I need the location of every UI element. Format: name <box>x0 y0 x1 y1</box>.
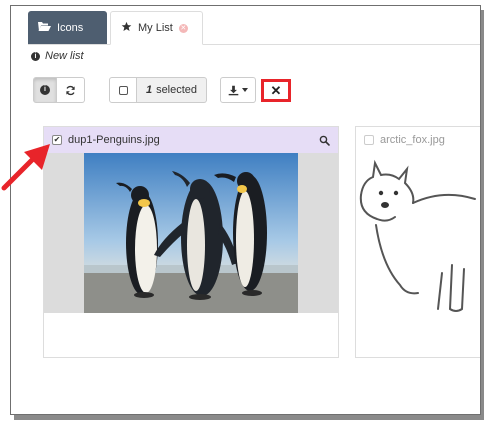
image-card-penguins[interactable]: ✔ dup1-Penguins.jpg <box>43 126 339 358</box>
download-dropdown-button[interactable] <box>220 77 256 103</box>
arctic-fox-drawing <box>359 159 476 312</box>
card-filename: arctic_fox.jpg <box>380 134 445 146</box>
checkbox-icon <box>118 85 128 95</box>
tab-bar: Icons My List ✕ <box>28 6 480 45</box>
close-icon[interactable]: ✕ <box>178 23 188 33</box>
refresh-icon <box>66 85 75 95</box>
view-button-group: i <box>33 77 85 103</box>
star-icon <box>121 21 132 35</box>
refresh-button[interactable] <box>57 77 85 103</box>
remove-icon: ✕ <box>270 82 282 98</box>
selected-count: 1 <box>145 84 153 96</box>
annotation-arrow-icon <box>0 138 60 194</box>
penguins-photo <box>84 153 298 313</box>
image-preview-area <box>44 153 338 313</box>
tab-label: Icons <box>57 21 84 34</box>
search-icon[interactable] <box>319 135 330 146</box>
selection-button-group: 1 selected <box>109 77 207 103</box>
tab-icons[interactable]: Icons <box>28 11 107 44</box>
info-icon: i <box>31 51 40 61</box>
download-button-group <box>220 77 256 103</box>
image-card-arctic-fox[interactable]: arctic_fox.jpg <box>355 126 480 358</box>
app-window: Icons My List ✕ i New list i 1 selected … <box>10 5 481 415</box>
info-icon: i <box>40 85 50 95</box>
card-header: ✔ dup1-Penguins.jpg <box>44 127 338 153</box>
download-icon <box>228 85 239 95</box>
card-checkbox[interactable] <box>364 135 374 145</box>
list-title-text: New list <box>45 50 84 62</box>
select-all-checkbox[interactable] <box>109 77 137 103</box>
list-title: i New list <box>31 50 84 62</box>
remove-button[interactable]: ✕ <box>261 79 291 102</box>
card-header: arctic_fox.jpg <box>356 127 480 153</box>
selected-label: selected <box>156 84 198 96</box>
folder-open-icon <box>38 21 51 34</box>
tab-my-list[interactable]: My List ✕ <box>110 11 203 45</box>
info-button[interactable]: i <box>33 77 57 103</box>
caret-down-icon <box>242 88 248 92</box>
tab-label: My List <box>138 22 173 34</box>
card-filename: dup1-Penguins.jpg <box>68 134 160 146</box>
selected-count-button[interactable]: 1 selected <box>137 77 207 103</box>
